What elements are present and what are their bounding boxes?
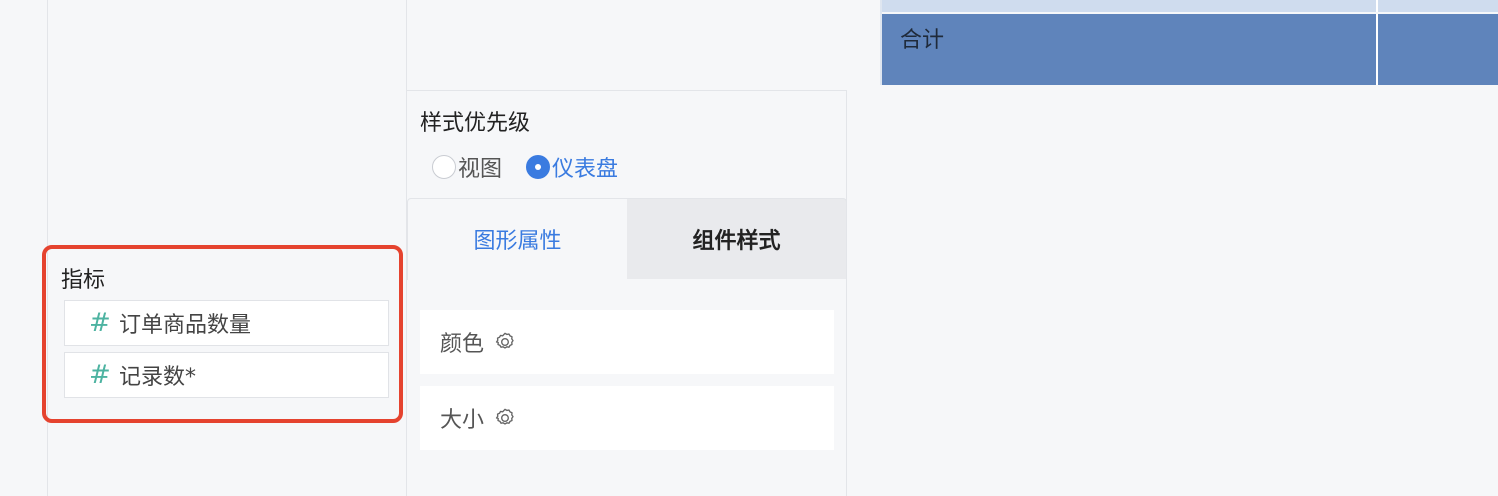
column-separator — [1376, 0, 1378, 12]
radio-dashboard-label: 仪表盘 — [552, 157, 619, 182]
radio-view[interactable]: 视图 — [432, 151, 502, 183]
property-size-label: 大小 — [440, 408, 485, 433]
property-color-label: 颜色 — [440, 332, 485, 357]
table-header-strip — [880, 0, 1498, 12]
gear-icon[interactable] — [494, 331, 516, 353]
property-tabs: 图形属性 组件样式 — [408, 199, 846, 279]
radio-unchecked-icon — [432, 155, 456, 179]
measure-hash-icon: # — [89, 360, 111, 390]
table-preview: 合计 — [880, 0, 1498, 85]
radio-dashboard[interactable]: 仪表盘 — [526, 151, 618, 183]
table-total-row — [880, 14, 1498, 85]
metric-label: 记录数* — [119, 365, 197, 390]
style-priority-title: 样式优先级 — [420, 111, 531, 136]
tab-component-style[interactable]: 组件样式 — [627, 199, 846, 279]
measure-hash-icon: # — [89, 308, 111, 338]
property-size[interactable]: 大小 — [420, 386, 834, 450]
metric-label: 订单商品数量 — [119, 313, 252, 338]
metric-field-order-quantity[interactable]: # 订单商品数量 — [64, 300, 389, 346]
total-label: 合计 — [900, 28, 945, 53]
tab-graphic-properties[interactable]: 图形属性 — [408, 199, 627, 279]
radio-view-label: 视图 — [458, 157, 503, 182]
gear-icon[interactable] — [494, 407, 516, 429]
metric-field-record-count[interactable]: # 记录数* — [64, 352, 389, 398]
style-priority-radio-group: 视图 仪表盘 — [432, 150, 642, 184]
column-separator — [1376, 14, 1378, 85]
metrics-title: 指标 — [61, 268, 106, 293]
radio-checked-icon — [526, 155, 551, 179]
table-left-border — [880, 0, 882, 85]
property-color[interactable]: 颜色 — [420, 310, 834, 374]
middle-top-area — [407, 0, 847, 91]
